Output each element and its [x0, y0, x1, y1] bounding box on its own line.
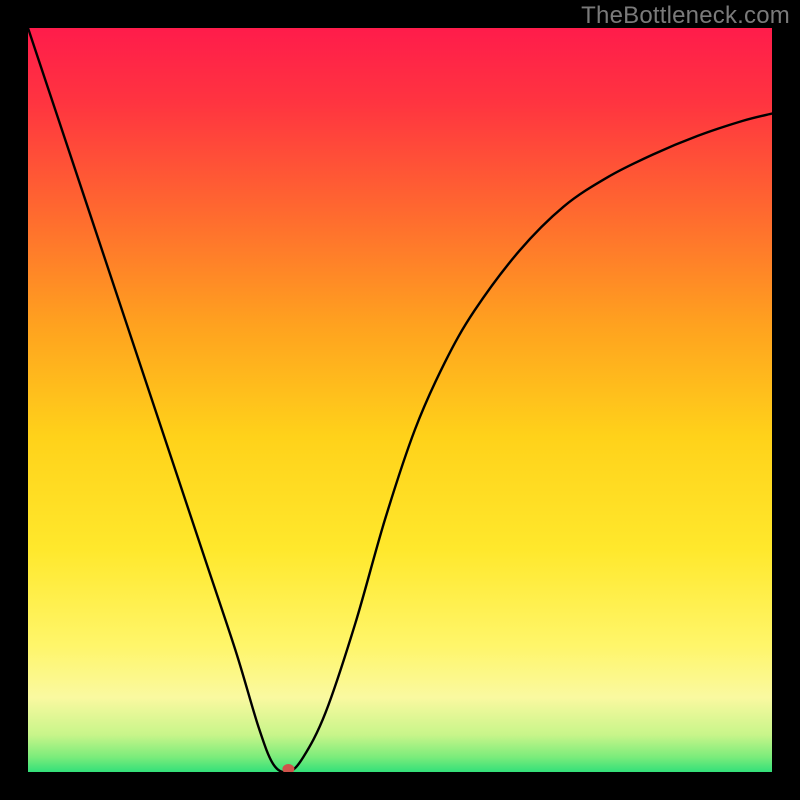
watermark-text: TheBottleneck.com [581, 2, 790, 30]
gradient-background [28, 28, 772, 772]
chart-frame: TheBottleneck.com [0, 0, 800, 800]
plot-svg [28, 28, 772, 772]
plot-area [28, 28, 772, 772]
